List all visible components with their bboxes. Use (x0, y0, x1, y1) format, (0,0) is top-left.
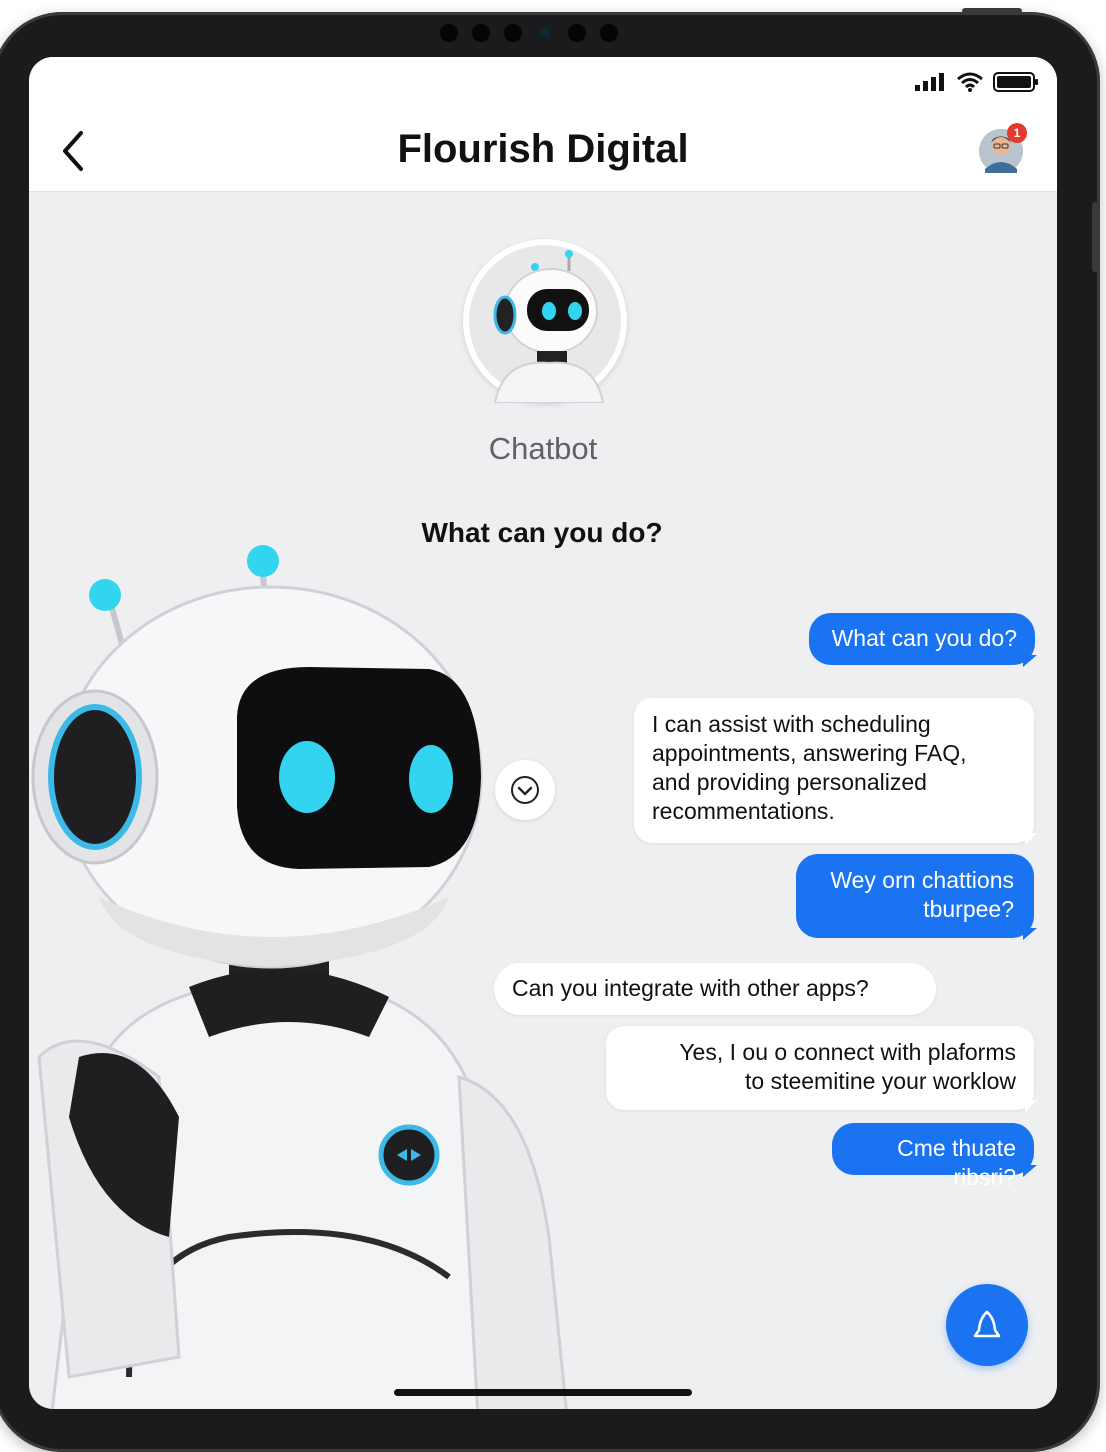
bubble-tail (1025, 833, 1037, 845)
notification-fab-button[interactable] (946, 1284, 1028, 1366)
app-header: Flourish Digital 1 (29, 57, 1057, 192)
sensor-dot (472, 24, 490, 42)
top-button (962, 8, 1022, 14)
message-line: appointments, answering FAQ, (652, 740, 967, 766)
robot-illustration (31, 545, 568, 1409)
message-line: tburpee? (923, 896, 1014, 922)
message-text: Can you integrate with other apps? (512, 975, 869, 1001)
message-bubble-user: Cme thuate ribsri? (832, 1123, 1034, 1190)
chatbot-avatar (463, 239, 627, 404)
home-indicator[interactable] (394, 1389, 692, 1396)
sensor-dot (600, 24, 618, 42)
bell-icon (973, 1310, 1001, 1338)
message-bubble-user: What can you do? (809, 613, 1035, 665)
battery-icon (993, 72, 1038, 92)
message-bubble-user: Wey orn chattions tburpee? (796, 854, 1034, 938)
app-screen: Flourish Digital 1 Chatbot What can you … (29, 57, 1057, 1409)
message-line: and providing personalized (652, 769, 927, 795)
side-button (1092, 202, 1098, 272)
sensor-dot (568, 24, 586, 42)
message-bubble-bot: Yes, I ou o connect with plaforms to ste… (606, 1026, 1034, 1110)
message-text: Cme thuate ribsri? (897, 1135, 1016, 1190)
notification-badge: 1 (1007, 123, 1027, 143)
message-line: Wey orn chattions (830, 867, 1014, 893)
chevron-down-circle-icon (511, 776, 539, 804)
message-bubble-bot: Can you integrate with other apps? (494, 963, 936, 1015)
message-text: What can you do? (831, 625, 1017, 651)
message-line: recommentations. (652, 798, 835, 824)
chatbot-name: Chatbot (488, 431, 598, 466)
message-line: to steemitine your worklow (745, 1068, 1016, 1094)
signal-icon (915, 73, 944, 91)
message-line: Yes, I ou o connect with plaforms (679, 1039, 1016, 1065)
message-line: I can assist with scheduling (652, 711, 931, 737)
bubble-tail (1023, 928, 1037, 940)
page-title: Flourish Digital (397, 127, 689, 171)
status-bar (915, 71, 1039, 93)
chatbot-avatar-image (469, 245, 621, 404)
message-bubble-bot: I can assist with scheduling appointment… (634, 698, 1034, 843)
camera-bar (440, 24, 640, 42)
bubble-tail (1023, 655, 1037, 667)
scroll-down-button[interactable] (495, 760, 555, 820)
camera-lens (540, 28, 550, 38)
sensor-dot (504, 24, 522, 42)
wifi-icon (957, 72, 983, 92)
bubble-tail (1025, 1100, 1037, 1112)
bubble-tail (1023, 1165, 1037, 1177)
sensor-dot (440, 24, 458, 42)
